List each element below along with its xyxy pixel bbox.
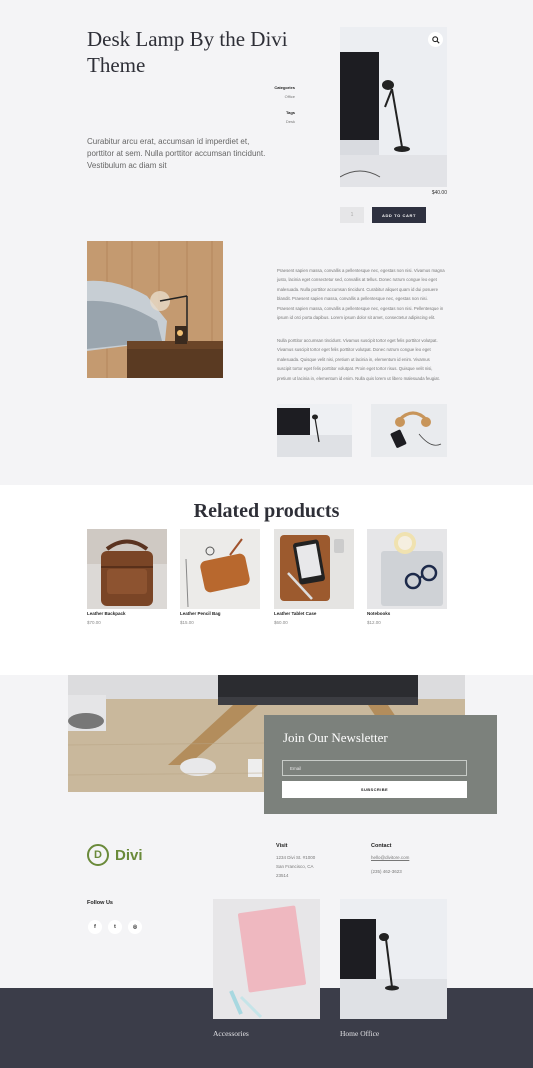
related-product-image[interactable] — [367, 529, 447, 609]
related-product-price: $15.00 — [180, 620, 194, 625]
tags-label: Tags — [285, 110, 295, 115]
quantity-input[interactable]: 1 — [340, 207, 364, 223]
contact-label: Contact — [371, 843, 392, 849]
related-product-image[interactable] — [180, 529, 260, 609]
related-product-image[interactable] — [274, 529, 354, 609]
product-price: $40.00 — [431, 190, 447, 196]
gallery-image-headphones[interactable] — [371, 404, 447, 457]
logo-text: Divi — [115, 846, 143, 864]
category-label[interactable]: Home Office — [340, 1029, 379, 1038]
related-product-image[interactable] — [87, 529, 167, 609]
subscribe-button[interactable]: SUBSCRIBE — [282, 781, 467, 798]
tags-value[interactable]: Desk — [255, 119, 295, 124]
zoom-button[interactable] — [428, 32, 443, 47]
categories-label: Categories — [274, 85, 295, 90]
related-product-name[interactable]: Leather Pencil Bag — [180, 611, 221, 616]
search-icon — [431, 35, 440, 44]
related-product-name[interactable]: Notebooks — [367, 611, 390, 616]
footer-logo[interactable]: D Divi — [87, 844, 143, 866]
contact-phone: (235) 462-3623 — [371, 869, 402, 874]
visit-label: Visit — [276, 843, 288, 849]
contact-email-link[interactable]: hello@divitore.com — [371, 853, 409, 862]
visit-address-line: 1234 Divi St. #1000 — [276, 855, 316, 860]
related-product-name[interactable]: Leather Backpack — [87, 611, 126, 616]
related-products-title: Related products — [193, 500, 340, 522]
product-short-description: Curabitur arcu erat, accumsan id imperdi… — [87, 137, 266, 170]
visit-address-line: San Francisco, CA — [276, 864, 314, 869]
newsletter-title: Join Our Newsletter — [283, 730, 388, 745]
bedroom-lamp-image — [87, 241, 223, 378]
product-description-p1: Praesent sapien massa, convallis a pelle… — [277, 268, 445, 321]
visit-address-line: 23514 — [276, 873, 289, 878]
logo-letter: D — [94, 849, 102, 861]
category-image-accessories[interactable] — [213, 899, 320, 1019]
related-product-price: $12.00 — [367, 620, 381, 625]
facebook-icon[interactable]: f — [88, 920, 102, 934]
follow-us-label: Follow Us — [87, 900, 113, 906]
category-label[interactable]: Accessories — [213, 1029, 249, 1038]
categories-value[interactable]: Office — [255, 94, 295, 99]
category-image-home-office[interactable] — [340, 899, 447, 1019]
related-product-price: $70.00 — [87, 620, 101, 625]
logo-icon: D — [87, 844, 109, 866]
related-product-name[interactable]: Leather Tablet Case — [274, 611, 316, 616]
gallery-image-desk[interactable] — [277, 404, 352, 457]
product-description-p2: Nulla porttitor accumsan tincidunt. Viva… — [277, 338, 440, 381]
product-main-image[interactable] — [340, 27, 447, 187]
add-to-cart-button[interactable]: ADD TO CART — [372, 207, 426, 223]
product-title: Desk Lamp By the Divi Theme — [87, 27, 288, 77]
instagram-icon[interactable]: ◎ — [128, 920, 142, 934]
twitter-icon[interactable]: t — [108, 920, 122, 934]
newsletter-email-input[interactable]: Email — [282, 760, 467, 776]
related-product-price: $60.00 — [274, 620, 288, 625]
